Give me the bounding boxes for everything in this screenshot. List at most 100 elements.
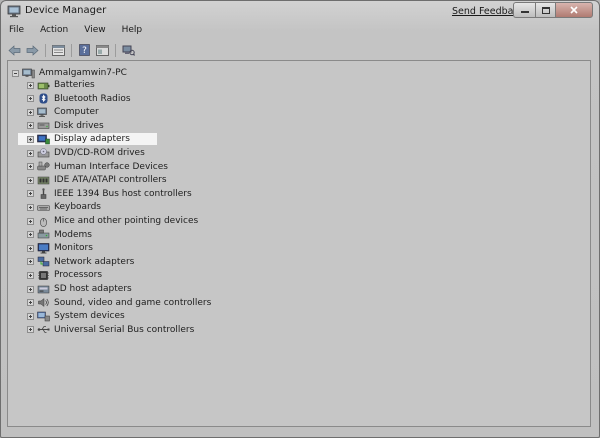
forward-arrow-icon — [26, 44, 39, 56]
tree-item-label: Processors — [54, 270, 103, 281]
forward-button[interactable] — [25, 43, 40, 57]
tree-item-batteries[interactable]: Batteries — [27, 79, 96, 91]
bluetooth-icon — [37, 93, 50, 104]
tree-item-bluetooth-radios[interactable]: Bluetooth Radios — [27, 93, 132, 105]
tree-item-ide-ata-atapi-controllers[interactable]: IDE ATA/ATAPI controllers — [27, 174, 168, 186]
menu-action[interactable]: Action — [32, 24, 76, 38]
scan-hardware-button[interactable] — [121, 43, 136, 57]
tree-item-label: System devices — [54, 311, 125, 322]
menu-bar: File Action View Help — [7, 24, 150, 38]
tree-item-network-adapters[interactable]: Network adapters — [27, 256, 135, 268]
properties-grid-button[interactable] — [51, 43, 66, 57]
menu-help[interactable]: Help — [114, 24, 151, 38]
expand-toggle[interactable] — [27, 244, 34, 252]
expand-toggle[interactable] — [27, 326, 34, 334]
close-icon — [570, 6, 578, 14]
show-hidden-icon — [96, 44, 109, 56]
tree-item-monitors[interactable]: Monitors — [27, 242, 94, 254]
title-bar[interactable]: Device Manager Send Feedback — [1, 1, 599, 23]
device-manager-window: Device Manager Send Feedback File Action… — [0, 0, 600, 438]
computer-root-icon — [22, 68, 35, 79]
minimize-icon — [520, 11, 529, 13]
tree-item-label: Network adapters — [54, 256, 135, 267]
tree-item-sd-host-adapters[interactable]: SD host adapters — [27, 283, 133, 295]
expand-toggle[interactable] — [27, 95, 34, 103]
tree-item-label: DVD/CD-ROM drives — [54, 148, 145, 158]
modem-icon — [37, 229, 50, 240]
maximize-button[interactable] — [535, 2, 555, 18]
tree-item-modems[interactable]: Modems — [27, 229, 93, 241]
device-tree: Ammalgamwin7-PC Batteries Bluetooth Radio… — [8, 61, 590, 426]
close-button[interactable] — [555, 2, 593, 18]
expand-toggle[interactable] — [27, 203, 34, 211]
expand-toggle[interactable] — [27, 285, 34, 293]
dvd-drive-icon — [37, 147, 50, 159]
expand-toggle[interactable] — [27, 271, 34, 279]
tree-item-dvd-cd-rom-drives[interactable]: DVD/CD-ROM drives — [27, 147, 146, 159]
tree-item-label: IDE ATA/ATAPI controllers — [54, 175, 167, 186]
tree-item-human-interface-devices[interactable]: Human Interface Devices — [27, 161, 169, 173]
tree-item-system-devices[interactable]: System devices — [27, 310, 126, 322]
expand-toggle[interactable] — [27, 190, 34, 198]
tree-item-disk-drives[interactable]: Disk drives — [27, 120, 105, 132]
menu-view[interactable]: View — [76, 24, 113, 38]
hid-icon — [37, 161, 50, 172]
maximize-icon — [541, 6, 550, 14]
toolbar-separator — [71, 43, 72, 57]
expand-toggle[interactable] — [27, 149, 34, 157]
toolbar: ? — [7, 41, 139, 59]
properties-grid-icon — [52, 44, 65, 56]
tree-item-computer[interactable]: Computer — [27, 106, 100, 118]
disk-drive-icon — [37, 120, 50, 131]
expand-toggle[interactable] — [27, 122, 34, 130]
toolbar-separator — [115, 43, 116, 57]
expand-toggle[interactable] — [27, 81, 34, 89]
toolbar-separator — [45, 43, 46, 57]
device-tree-pane[interactable]: Ammalgamwin7-PC Batteries Bluetooth Radio… — [7, 60, 591, 427]
expand-toggle[interactable] — [27, 108, 34, 116]
tree-item-label: Bluetooth Radios — [54, 93, 131, 104]
expand-toggle[interactable] — [27, 135, 34, 143]
expand-toggle[interactable] — [27, 163, 34, 171]
tree-item-universal-serial-bus-controllers[interactable]: Universal Serial Bus controllers — [27, 324, 195, 336]
back-arrow-icon — [8, 44, 21, 56]
tree-root-computer[interactable]: Ammalgamwin7-PC — [12, 67, 128, 79]
menu-file[interactable]: File — [7, 24, 32, 38]
tree-item-label: Disk drives — [54, 120, 104, 131]
tree-root-label: Ammalgamwin7-PC — [39, 68, 127, 78]
tree-item-label: Computer — [54, 107, 99, 118]
expand-toggle[interactable] — [27, 258, 34, 266]
expand-toggle[interactable] — [27, 312, 34, 320]
minimize-button[interactable] — [513, 2, 535, 18]
tree-item-label: Display adapters — [54, 134, 130, 145]
expand-toggle[interactable] — [27, 299, 34, 307]
system-devices-icon — [37, 311, 50, 322]
caption-buttons — [513, 2, 593, 18]
expand-toggle[interactable] — [27, 231, 34, 239]
sd-host-icon — [37, 284, 50, 295]
expand-toggle[interactable] — [27, 217, 34, 225]
scan-hardware-icon — [122, 45, 135, 56]
tree-item-processors[interactable]: Processors — [27, 269, 103, 281]
tree-item-label: Mice and other pointing devices — [54, 216, 199, 226]
sound-icon — [37, 297, 50, 308]
expand-toggle[interactable] — [27, 176, 34, 184]
ieee1394-icon — [37, 188, 50, 200]
tree-item-sound-video-and-game-controllers[interactable]: Sound, video and game controllers — [27, 297, 212, 309]
tree-item-label: Universal Serial Bus controllers — [54, 324, 195, 335]
collapse-toggle[interactable] — [12, 69, 19, 77]
tree-item-display-adapters[interactable]: Display adapters — [18, 133, 157, 146]
window-title: Device Manager — [25, 5, 107, 16]
help-icon: ? — [79, 44, 90, 56]
help-button[interactable]: ? — [77, 43, 92, 57]
device-manager-app-icon — [7, 5, 21, 18]
tree-item-mice-and-other-pointing-devices[interactable]: Mice and other pointing devices — [27, 215, 199, 227]
tree-item-label: Modems — [54, 229, 92, 240]
show-hidden-button[interactable] — [95, 43, 110, 57]
back-button[interactable] — [7, 43, 22, 57]
ide-controller-icon — [37, 175, 50, 186]
tree-item-label: IEEE 1394 Bus host controllers — [54, 188, 192, 199]
display-adapter-icon — [37, 134, 50, 145]
tree-item-ieee-1394-bus-host-controllers[interactable]: IEEE 1394 Bus host controllers — [27, 188, 193, 200]
tree-item-keyboards[interactable]: Keyboards — [27, 201, 102, 213]
